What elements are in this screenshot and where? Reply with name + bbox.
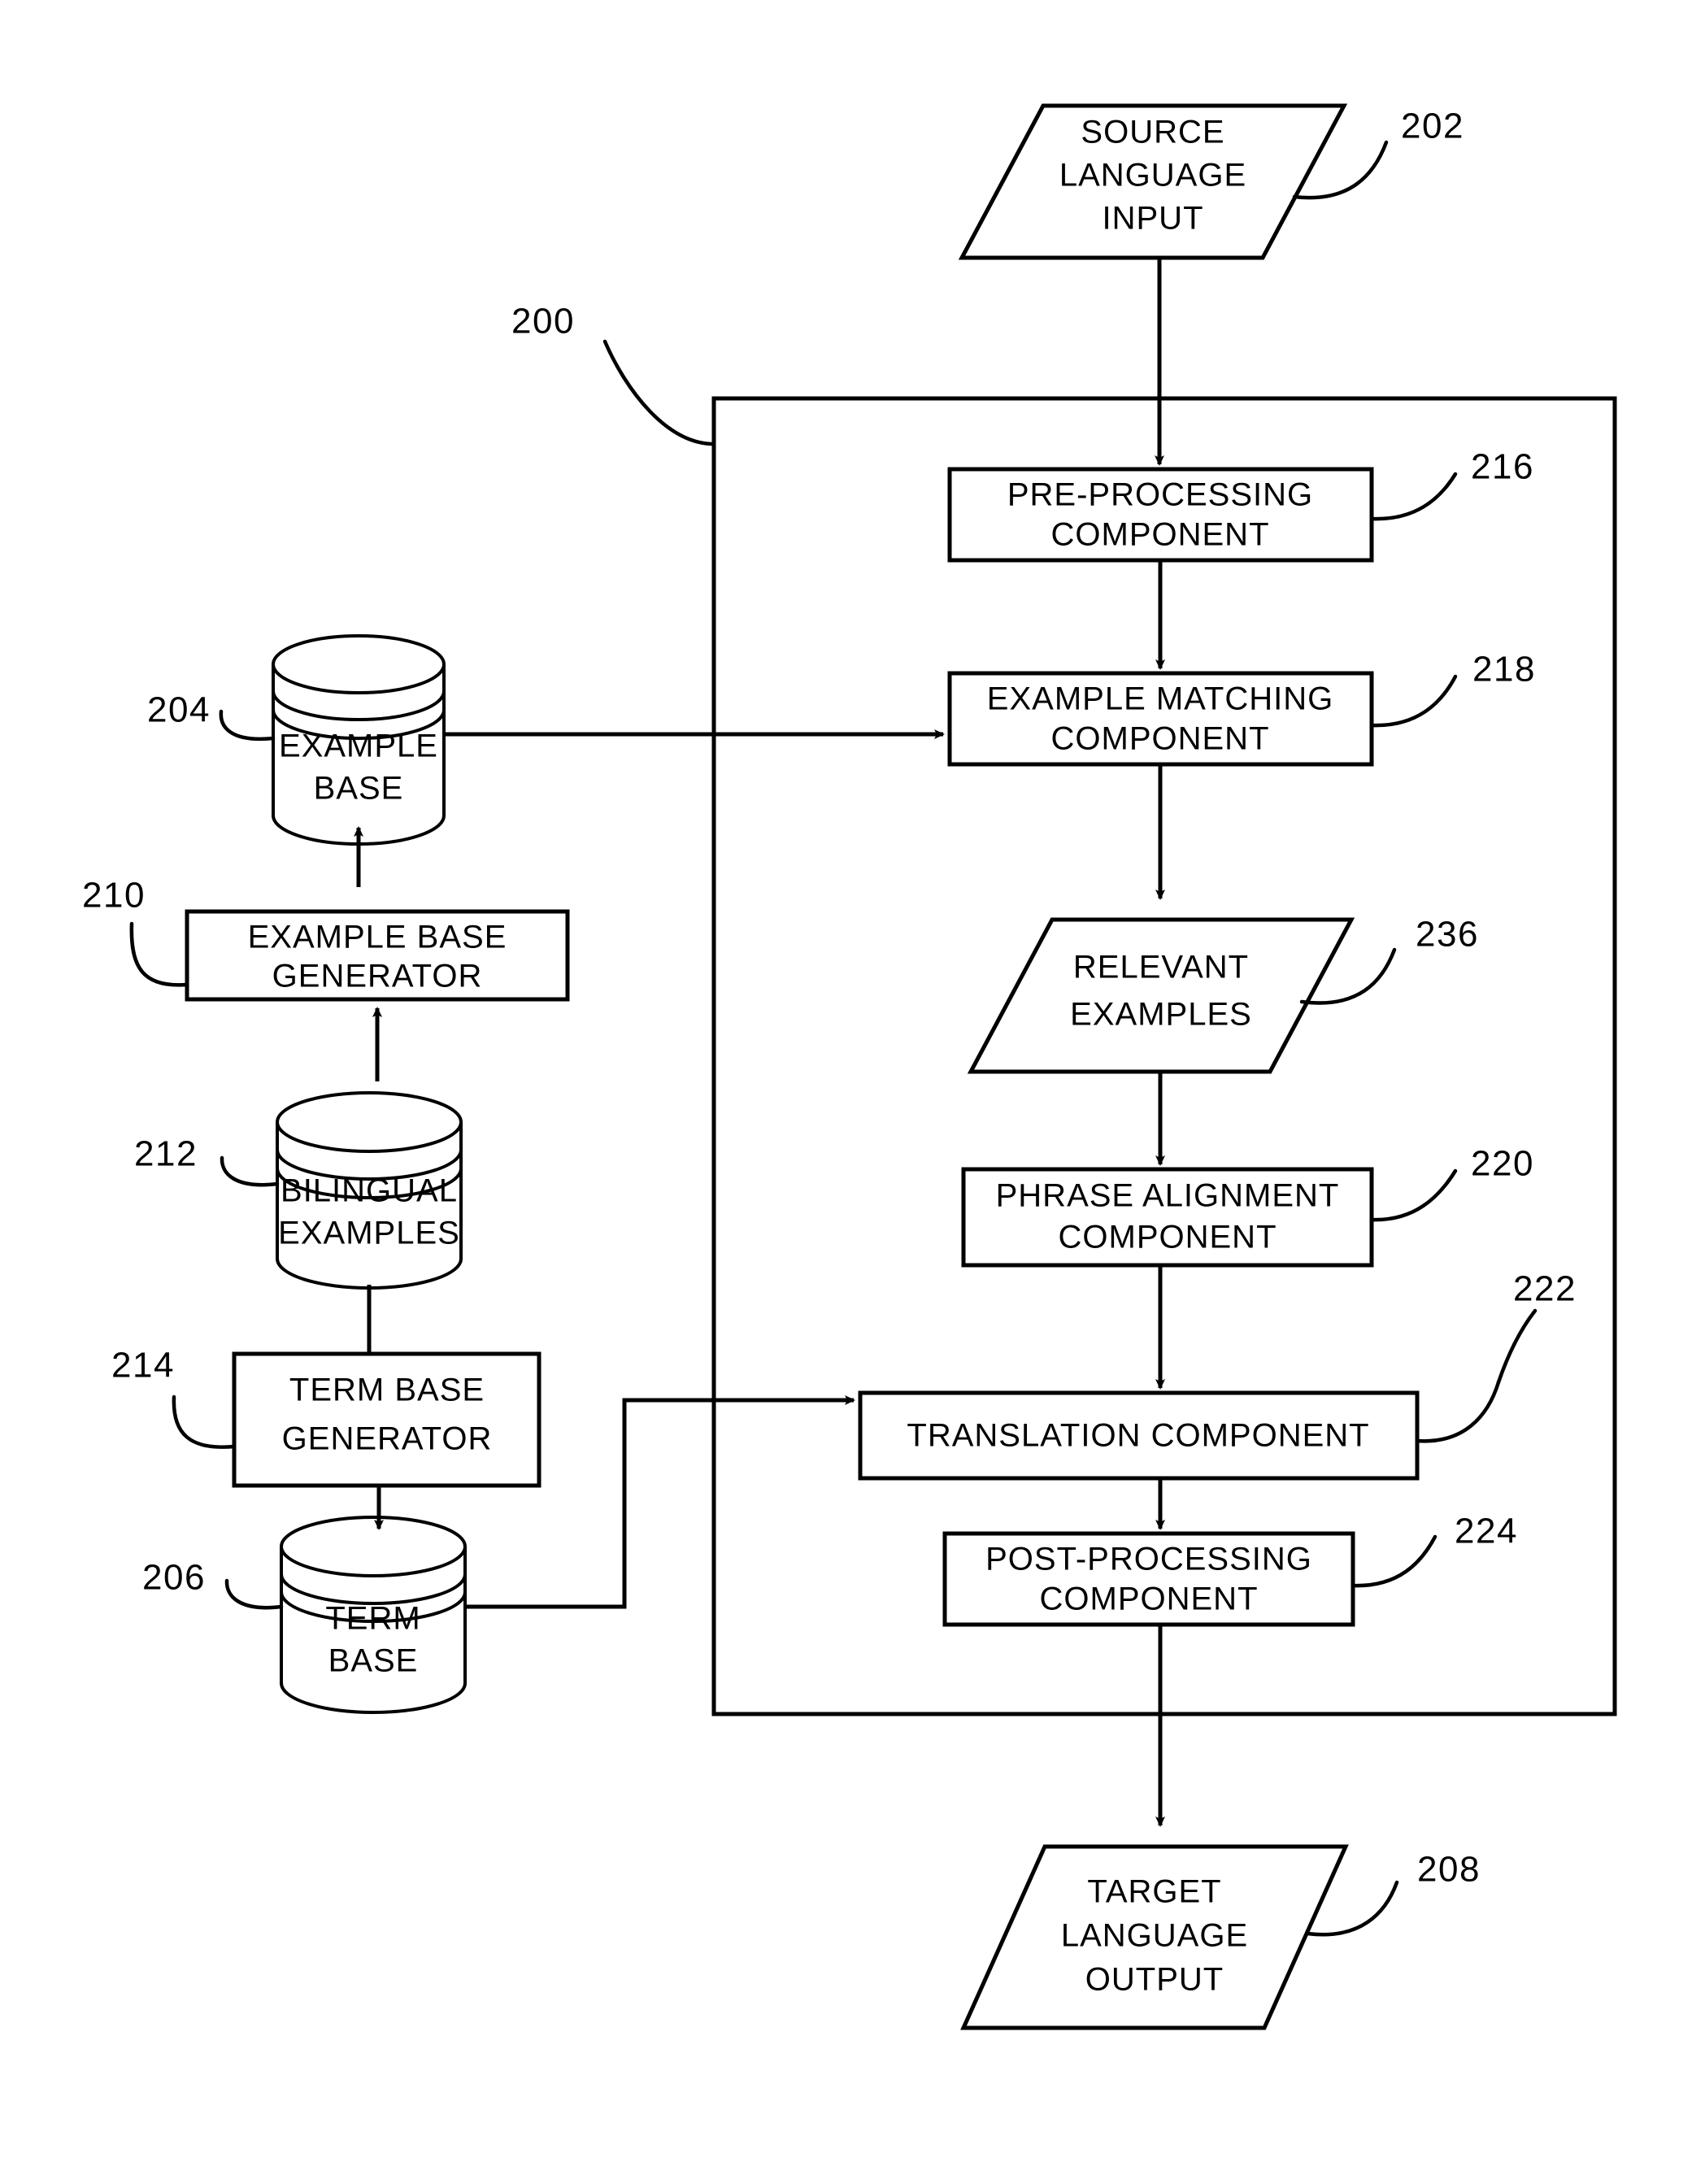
term-base-generator-line2: GENERATOR [282, 1421, 493, 1457]
leader-222 [1415, 1380, 1501, 1443]
example-matching-line1: EXAMPLE MATCHING [987, 681, 1333, 717]
leader-212 [220, 1155, 280, 1187]
ref-label-214: 214 [111, 1346, 175, 1386]
phrase-alignment-line2: COMPONENT [1059, 1220, 1277, 1255]
pre-processing-line2: COMPONENT [1051, 517, 1270, 553]
leader-214 [172, 1394, 237, 1449]
source-language-input-line1: SOURCE [1081, 115, 1224, 150]
ref-label-212: 212 [134, 1134, 198, 1174]
patent-figure: 200 SOURCE LANGUAGE INPUT 202 PRE-PROCES… [0, 0, 1705, 2184]
example-matching-line2: COMPONENT [1051, 721, 1270, 757]
example-base-line2: BASE [314, 771, 404, 807]
post-processing-line1: POST-PROCESSING [985, 1542, 1312, 1577]
ref-label-206: 206 [142, 1558, 206, 1598]
ref-label-216: 216 [1471, 447, 1534, 487]
translation-line1: TRANSLATION COMPONENT [907, 1418, 1369, 1454]
flow-diagram-canvas: 200 SOURCE LANGUAGE INPUT 202 PRE-PROCES… [82, 103, 1617, 2030]
source-language-input-line2: LANGUAGE [1059, 158, 1246, 194]
bilingual-examples-line2: EXAMPLES [278, 1216, 460, 1251]
example-base-generator-line1: EXAMPLE BASE [248, 920, 507, 955]
ref-label-200: 200 [511, 302, 575, 342]
phrase-alignment-line1: PHRASE ALIGNMENT [996, 1178, 1340, 1214]
example-base-line1: EXAMPLE [279, 729, 438, 764]
bilingual-examples-line1: BILINGUAL [281, 1173, 458, 1209]
ref-label-236: 236 [1416, 915, 1479, 955]
leader-222-upper [1496, 1308, 1538, 1385]
example-base-generator-line2: GENERATOR [272, 959, 483, 994]
relevant-examples-line2: EXAMPLES [1070, 997, 1252, 1033]
target-language-output-line3: OUTPUT [1085, 1962, 1224, 1998]
leader-210 [129, 921, 189, 987]
leader-204 [219, 709, 276, 742]
leader-220 [1369, 1168, 1458, 1222]
ref-label-220: 220 [1471, 1144, 1534, 1184]
term-base-line1: TERM [325, 1601, 420, 1637]
target-language-output-line2: LANGUAGE [1061, 1918, 1248, 1954]
ref-label-218: 218 [1472, 650, 1536, 690]
ref-label-202: 202 [1401, 107, 1464, 146]
ref-label-222: 222 [1513, 1269, 1577, 1309]
leader-200 [602, 339, 716, 446]
term-base-generator-line1: TERM BASE [289, 1373, 485, 1408]
leader-206 [224, 1578, 284, 1610]
leader-216 [1369, 472, 1458, 521]
ref-label-210: 210 [82, 876, 146, 916]
post-processing-line2: COMPONENT [1040, 1581, 1259, 1617]
pre-processing-line1: PRE-PROCESSING [1007, 477, 1313, 513]
target-language-output-line1: TARGET [1087, 1874, 1221, 1910]
source-language-input-line3: INPUT [1103, 201, 1204, 237]
ref-label-204: 204 [147, 690, 211, 730]
leader-224 [1351, 1534, 1438, 1588]
term-base-line2: BASE [328, 1643, 419, 1679]
leader-218 [1369, 674, 1458, 728]
ref-label-224: 224 [1455, 1512, 1518, 1551]
ref-label-208: 208 [1417, 1850, 1481, 1890]
relevant-examples-shape [967, 917, 1355, 1074]
relevant-examples-line1: RELEVANT [1073, 950, 1249, 985]
